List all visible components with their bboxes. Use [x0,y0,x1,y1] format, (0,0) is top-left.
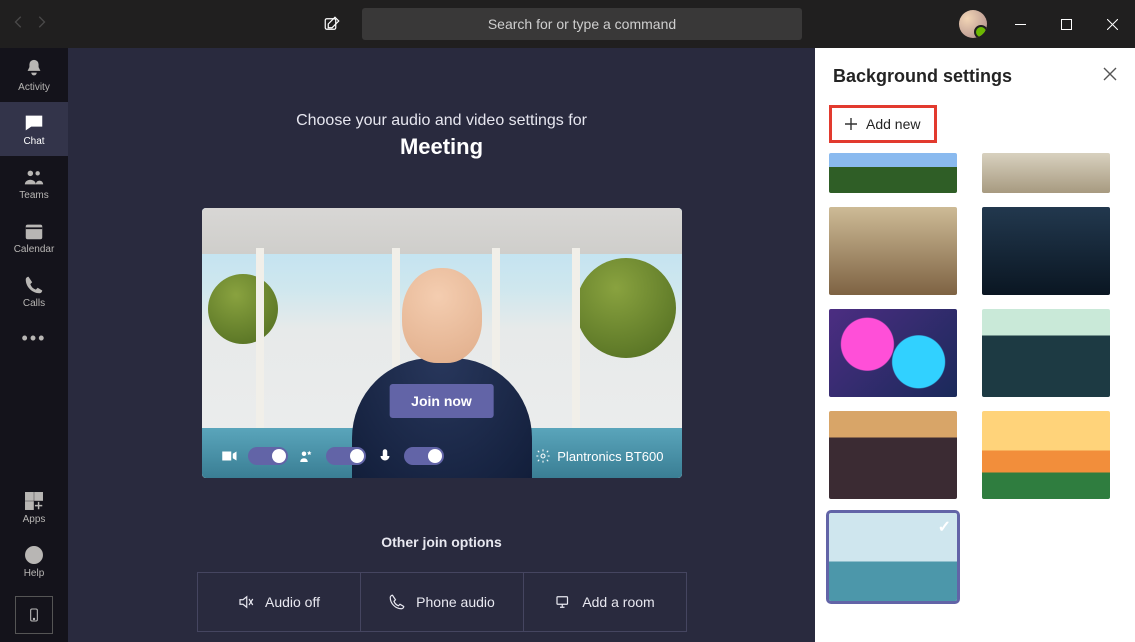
rail-more-button[interactable]: ••• [22,318,47,358]
option-audio-off[interactable]: Audio off [198,573,360,631]
compose-button[interactable] [318,10,346,38]
rail-device-button[interactable] [15,596,53,634]
rail-chat[interactable]: Chat [0,102,68,156]
option-phone-audio[interactable]: Phone audio [360,573,523,631]
option-label: Phone audio [416,594,495,610]
background-thumbnails [815,153,1135,615]
meeting-pretitle: Choose your audio and video settings for [296,112,587,130]
search-input[interactable] [362,8,802,40]
rail-help[interactable]: Help [0,534,68,588]
window-maximize-button[interactable] [1043,0,1089,48]
background-thumb-meadow[interactable] [829,153,957,193]
background-fx-icon [298,447,316,465]
background-thumb-scifi[interactable] [982,207,1110,295]
rail-label: Apps [23,514,46,525]
camera-toggle[interactable] [248,447,288,465]
option-label: Audio off [265,594,320,610]
background-thumb-pool[interactable] [829,513,957,601]
rail-label: Calls [23,298,45,309]
background-thumb-nebula[interactable] [829,309,957,397]
mic-icon [376,447,394,465]
room-icon [554,593,572,611]
rail-label: Chat [23,136,44,147]
rail-label: Teams [19,190,48,201]
join-now-button[interactable]: Join now [389,384,494,418]
background-settings-panel: Background settings Add new [815,48,1135,642]
background-fx-toggle[interactable] [326,447,366,465]
nav-forward-icon[interactable] [34,15,48,34]
camera-icon [220,447,238,465]
rail-label: Calendar [14,244,55,255]
app-rail: Activity Chat Teams Calendar Calls ••• A… [0,48,68,642]
phone-icon [388,593,406,611]
other-join-options-label: Other join options [381,534,502,550]
window-minimize-button[interactable] [997,0,1043,48]
rail-activity[interactable]: Activity [0,48,68,102]
background-thumb-village[interactable] [829,207,957,295]
meeting-join-panel: Choose your audio and video settings for… [68,48,815,642]
gear-icon [535,448,551,464]
background-thumb-desert[interactable] [982,153,1110,193]
audio-device-selector[interactable]: Plantronics BT600 [535,448,663,464]
add-new-label: Add new [866,116,920,132]
window-close-button[interactable] [1089,0,1135,48]
rail-calls[interactable]: Calls [0,264,68,318]
meeting-title: Meeting [400,134,483,160]
user-avatar[interactable] [959,10,987,38]
audio-device-label: Plantronics BT600 [557,449,663,464]
mic-toggle[interactable] [404,447,444,465]
panel-close-button[interactable] [1103,67,1117,86]
option-label: Add a room [582,594,654,610]
add-new-background-button[interactable]: Add new [829,105,937,143]
panel-title: Background settings [833,66,1012,87]
plus-icon [844,117,858,131]
option-add-room[interactable]: Add a room [523,573,686,631]
titlebar [0,0,1135,48]
background-thumb-sunset[interactable] [982,411,1110,499]
background-thumb-alien[interactable] [982,309,1110,397]
rail-teams[interactable]: Teams [0,156,68,210]
background-thumb-street[interactable] [829,411,957,499]
rail-calendar[interactable]: Calendar [0,210,68,264]
other-join-options: Audio off Phone audio Add a room [197,572,687,632]
rail-apps[interactable]: Apps [0,480,68,534]
video-preview: Join now Plantronics BT600 [202,208,682,478]
rail-label: Help [24,568,45,579]
rail-label: Activity [18,82,50,93]
speaker-off-icon [237,593,255,611]
nav-back-icon[interactable] [12,15,26,34]
